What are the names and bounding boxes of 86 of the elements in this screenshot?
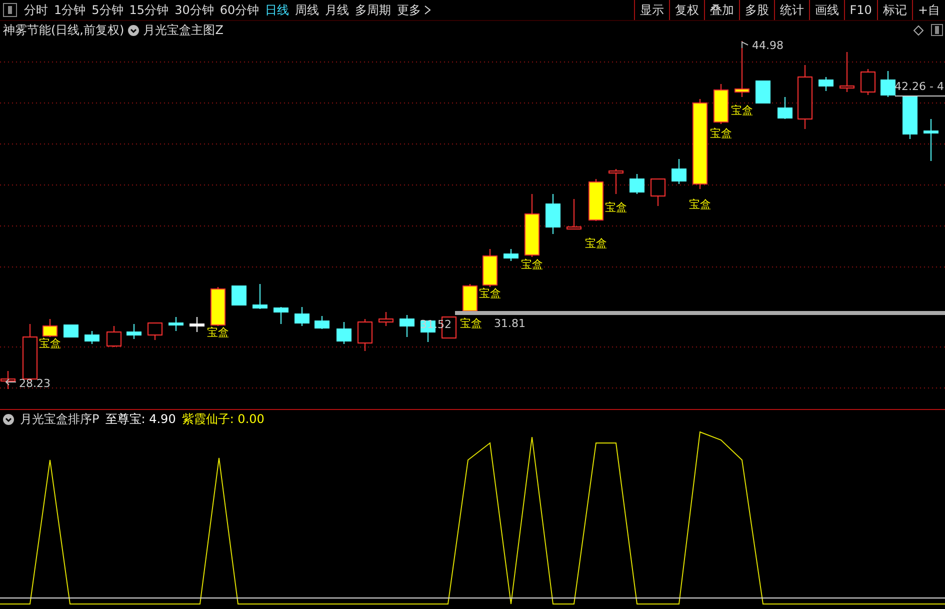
period-tab[interactable]: 分时 [21, 2, 51, 18]
candlestick [274, 306, 288, 325]
signal-label: 宝盒 [460, 317, 482, 330]
period-tab[interactable]: 30分钟 [172, 2, 217, 18]
candlestick [798, 64, 812, 130]
arrow-icon [5, 378, 16, 386]
candlestick [778, 96, 792, 120]
toolbar-button[interactable]: 多股 [738, 0, 774, 20]
high-price-label: 44.98 [752, 39, 784, 52]
candlestick [84, 330, 100, 345]
period-tab[interactable]: 周线 [292, 2, 322, 18]
chevron-down-icon[interactable] [128, 24, 140, 36]
signal-label: 宝盒 [689, 198, 711, 212]
candlestick [190, 316, 204, 333]
toolbar-button[interactable]: 复权 [668, 0, 704, 20]
period-tab[interactable]: 5分钟 [88, 2, 126, 18]
period-tab[interactable]: 15分钟 [126, 2, 172, 18]
period-tab[interactable]: 60分钟 [216, 2, 262, 18]
toolbar-button[interactable]: 画线 [808, 0, 844, 20]
toolbar-button[interactable]: F10 [844, 0, 877, 20]
candlestick [294, 306, 310, 327]
candlestick [378, 312, 394, 327]
candlestick [924, 118, 938, 162]
candlestick [714, 84, 728, 125]
candlestick [314, 316, 330, 330]
candlestick [860, 68, 876, 96]
toolbar-button[interactable]: +自 [912, 0, 945, 20]
chevron-right-icon[interactable] [424, 5, 432, 15]
stock-title: 神雾节能(日线,前复权) [3, 22, 124, 39]
toolbar-button[interactable]: 叠加 [704, 0, 739, 20]
period-tab[interactable]: 多周期 [352, 2, 394, 18]
candlestick [734, 40, 750, 98]
candlestick [650, 178, 666, 207]
price-label: 31.52 [420, 318, 452, 332]
period-tab[interactable]: 日线 [262, 2, 292, 18]
chevron-down-icon[interactable] [3, 414, 14, 425]
candlestick [462, 284, 478, 313]
indicator-name[interactable]: 月光宝盒排序P [20, 410, 100, 428]
candlestick [630, 174, 644, 195]
signal-label: 宝盒 [39, 337, 61, 350]
candlestick [672, 158, 686, 185]
indicator-value: 至尊宝: 4.90 [105, 410, 176, 428]
candlestick [482, 248, 498, 288]
candlestick [504, 248, 518, 262]
candlestick [902, 96, 918, 140]
candlestick [168, 316, 184, 332]
panel-toggle-icon[interactable] [931, 24, 943, 36]
candlestick [358, 318, 372, 352]
candlestick [840, 52, 854, 93]
candlestick [126, 324, 142, 340]
signal-label: 宝盒 [207, 326, 229, 340]
candlestick [880, 70, 896, 98]
candlestick [608, 168, 624, 195]
period-tab[interactable]: 月线 [322, 2, 352, 18]
candlestick [210, 286, 226, 327]
candlestick [524, 194, 540, 258]
candlestick [588, 178, 604, 222]
candlestick [148, 322, 162, 341]
candlestick [252, 284, 268, 310]
candlestick [756, 80, 770, 104]
toolbar-button[interactable]: 统计 [774, 0, 809, 20]
low-price-label: 28.23 [19, 377, 50, 390]
candlestick [566, 198, 582, 230]
signal-label: 宝盒 [710, 127, 732, 140]
indicator-value: 紫霞仙子: 0.00 [182, 410, 264, 428]
candlestick [336, 322, 352, 345]
candlestick [106, 326, 122, 348]
candlestick [400, 314, 414, 338]
candlestick [232, 286, 246, 306]
toolbar-button[interactable]: 显示 [634, 0, 669, 20]
candlestick [42, 318, 58, 338]
period-tab[interactable]: 更多 [394, 2, 424, 18]
toolbar-button[interactable]: 标记 [876, 0, 912, 20]
indicator-name[interactable]: 月光宝盒主图Z [143, 22, 224, 39]
signal-label: 宝盒 [479, 287, 501, 300]
candlestick [64, 324, 78, 338]
candlestick [818, 76, 834, 92]
diamond-icon[interactable] [913, 24, 924, 36]
signal-label: 宝盒 [605, 201, 627, 214]
signal-label: 宝盒 [585, 237, 607, 250]
candlestick [546, 194, 560, 235]
signal-label: 宝盒 [521, 258, 543, 272]
panel-toggle-icon[interactable] [3, 3, 17, 17]
signal-label: 宝盒 [731, 104, 753, 118]
price-label: 31.81 [494, 317, 526, 330]
period-tab[interactable]: 1分钟 [51, 2, 89, 18]
